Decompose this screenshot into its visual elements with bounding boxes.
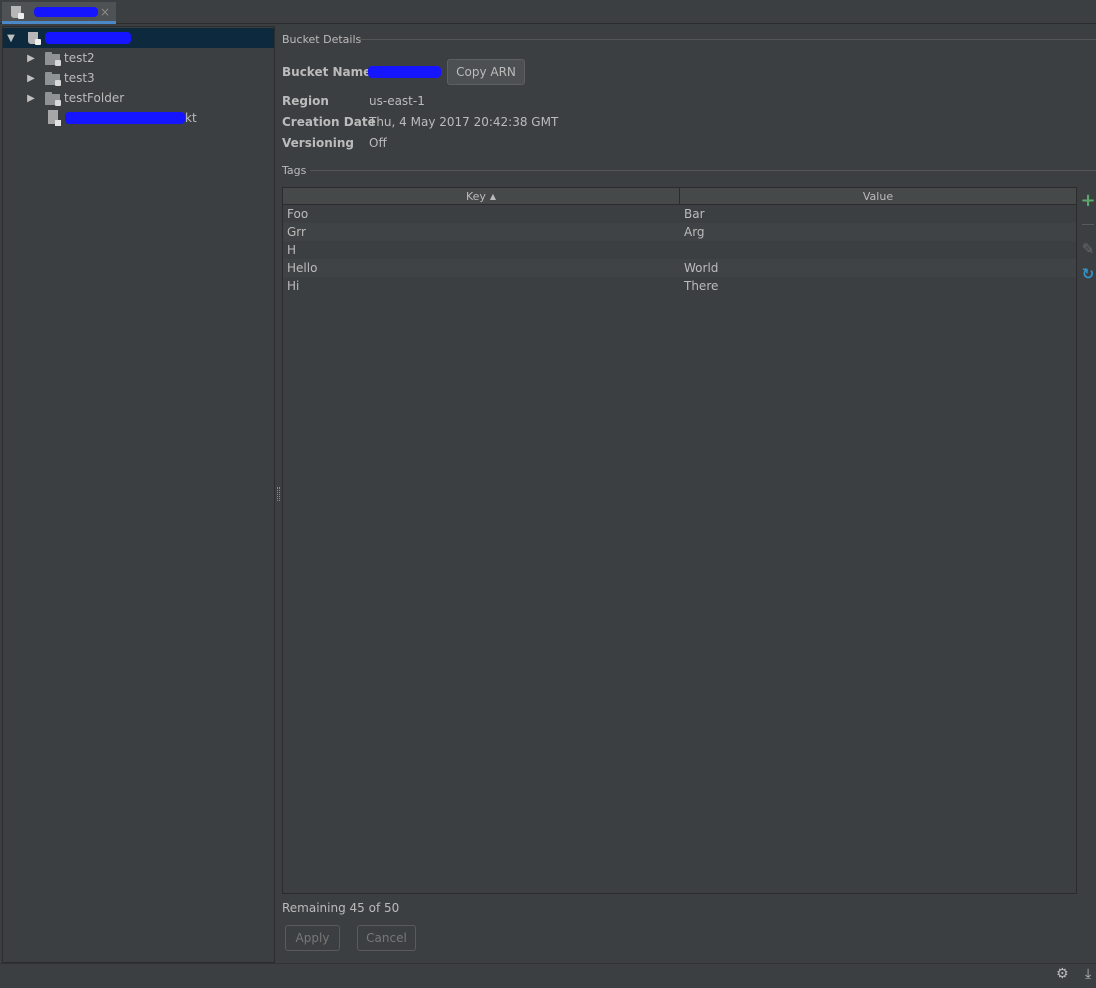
bucket-details-title: Bucket Details	[282, 33, 362, 46]
tags-title: Tags	[282, 164, 307, 177]
column-header-label: Value	[862, 189, 894, 203]
refresh-icon[interactable]: ↻	[1080, 265, 1096, 283]
table-header: Key ▲ Value	[283, 188, 1076, 205]
versioning-label: Versioning	[282, 136, 354, 150]
file-name-suffix: kt	[185, 111, 197, 125]
cancel-button[interactable]: Cancel	[357, 925, 416, 951]
column-header-value[interactable]: Value	[680, 188, 1076, 204]
tree-item-test2[interactable]: ▶ test2	[3, 48, 274, 68]
tag-key: Hello	[287, 261, 318, 275]
redacted-bucket-name-value	[368, 66, 441, 78]
chevron-right-icon[interactable]: ▶	[25, 93, 37, 104]
chevron-down-icon[interactable]: ▼	[5, 33, 17, 44]
download-icon[interactable]: ⤓	[1085, 966, 1091, 982]
redacted-file-name	[65, 112, 185, 124]
remove-icon[interactable]	[1082, 224, 1094, 225]
creation-date-label: Creation Date	[282, 115, 376, 129]
bucket-tree[interactable]: ▼ ▶ test2 ▶ test3 ▶ testFolder kt	[2, 26, 275, 963]
section-divider	[310, 170, 1096, 171]
chevron-right-icon[interactable]: ▶	[25, 73, 37, 84]
tag-value: There	[684, 279, 719, 293]
tags-table[interactable]: Key ▲ Value Foo Bar Grr Arg H Hello Worl…	[282, 187, 1077, 894]
bucket-icon	[27, 31, 41, 45]
redacted-tab-title	[34, 6, 98, 17]
tree-item-test3[interactable]: ▶ test3	[3, 68, 274, 88]
creation-date-value: Thu, 4 May 2017 20:42:38 GMT	[369, 115, 559, 129]
folder-icon	[45, 91, 61, 106]
tag-value: World	[684, 261, 719, 275]
table-row[interactable]: Grr Arg	[283, 223, 1076, 241]
bucket-name-label: Bucket Name	[282, 65, 372, 79]
tree-item-label: test2	[64, 51, 95, 65]
tree-item-label: testFolder	[64, 91, 125, 105]
tag-key: Hi	[287, 279, 300, 293]
add-icon[interactable]: +	[1080, 190, 1096, 211]
section-divider	[360, 39, 1096, 40]
tag-value: Bar	[684, 207, 705, 221]
remaining-tags-count: Remaining 45 of 50	[282, 901, 400, 915]
region-value: us-east-1	[369, 94, 425, 108]
apply-button[interactable]: Apply	[285, 925, 340, 951]
close-icon[interactable]: ×	[100, 5, 110, 19]
versioning-value: Off	[369, 136, 387, 150]
redacted-bucket-name	[45, 32, 131, 44]
chevron-right-icon[interactable]: ▶	[25, 53, 37, 64]
tab-bar: ×	[0, 0, 1096, 24]
tag-value: Arg	[684, 225, 705, 239]
sort-ascending-icon: ▲	[489, 191, 497, 201]
copy-arn-button[interactable]: Copy ARN	[447, 59, 525, 85]
tag-key: Grr	[287, 225, 306, 239]
tree-item-label: test3	[64, 71, 95, 85]
tree-item-testfolder[interactable]: ▶ testFolder	[3, 88, 274, 108]
tree-root-bucket[interactable]: ▼	[3, 28, 274, 48]
bucket-icon	[10, 5, 24, 19]
gear-icon[interactable]: ⚙	[1056, 966, 1069, 982]
region-label: Region	[282, 94, 329, 108]
folder-icon	[45, 51, 61, 66]
tab-bucket[interactable]: ×	[2, 2, 116, 24]
edit-icon[interactable]: ✎	[1080, 240, 1096, 258]
splitter-handle[interactable]	[277, 487, 280, 501]
table-row[interactable]: H	[283, 241, 1076, 259]
table-row[interactable]: Foo Bar	[283, 205, 1076, 223]
file-icon	[47, 110, 61, 126]
table-row[interactable]: Hello World	[283, 259, 1076, 277]
tree-item-file[interactable]: kt	[3, 108, 274, 128]
column-header-key[interactable]: Key ▲	[283, 188, 680, 204]
table-row[interactable]: Hi There	[283, 277, 1076, 295]
tag-key: H	[287, 243, 297, 257]
column-header-label: Key	[465, 189, 486, 203]
folder-icon	[45, 71, 61, 86]
status-bar: ⚙ ⤓	[0, 963, 1096, 988]
tag-key: Foo	[287, 207, 309, 221]
